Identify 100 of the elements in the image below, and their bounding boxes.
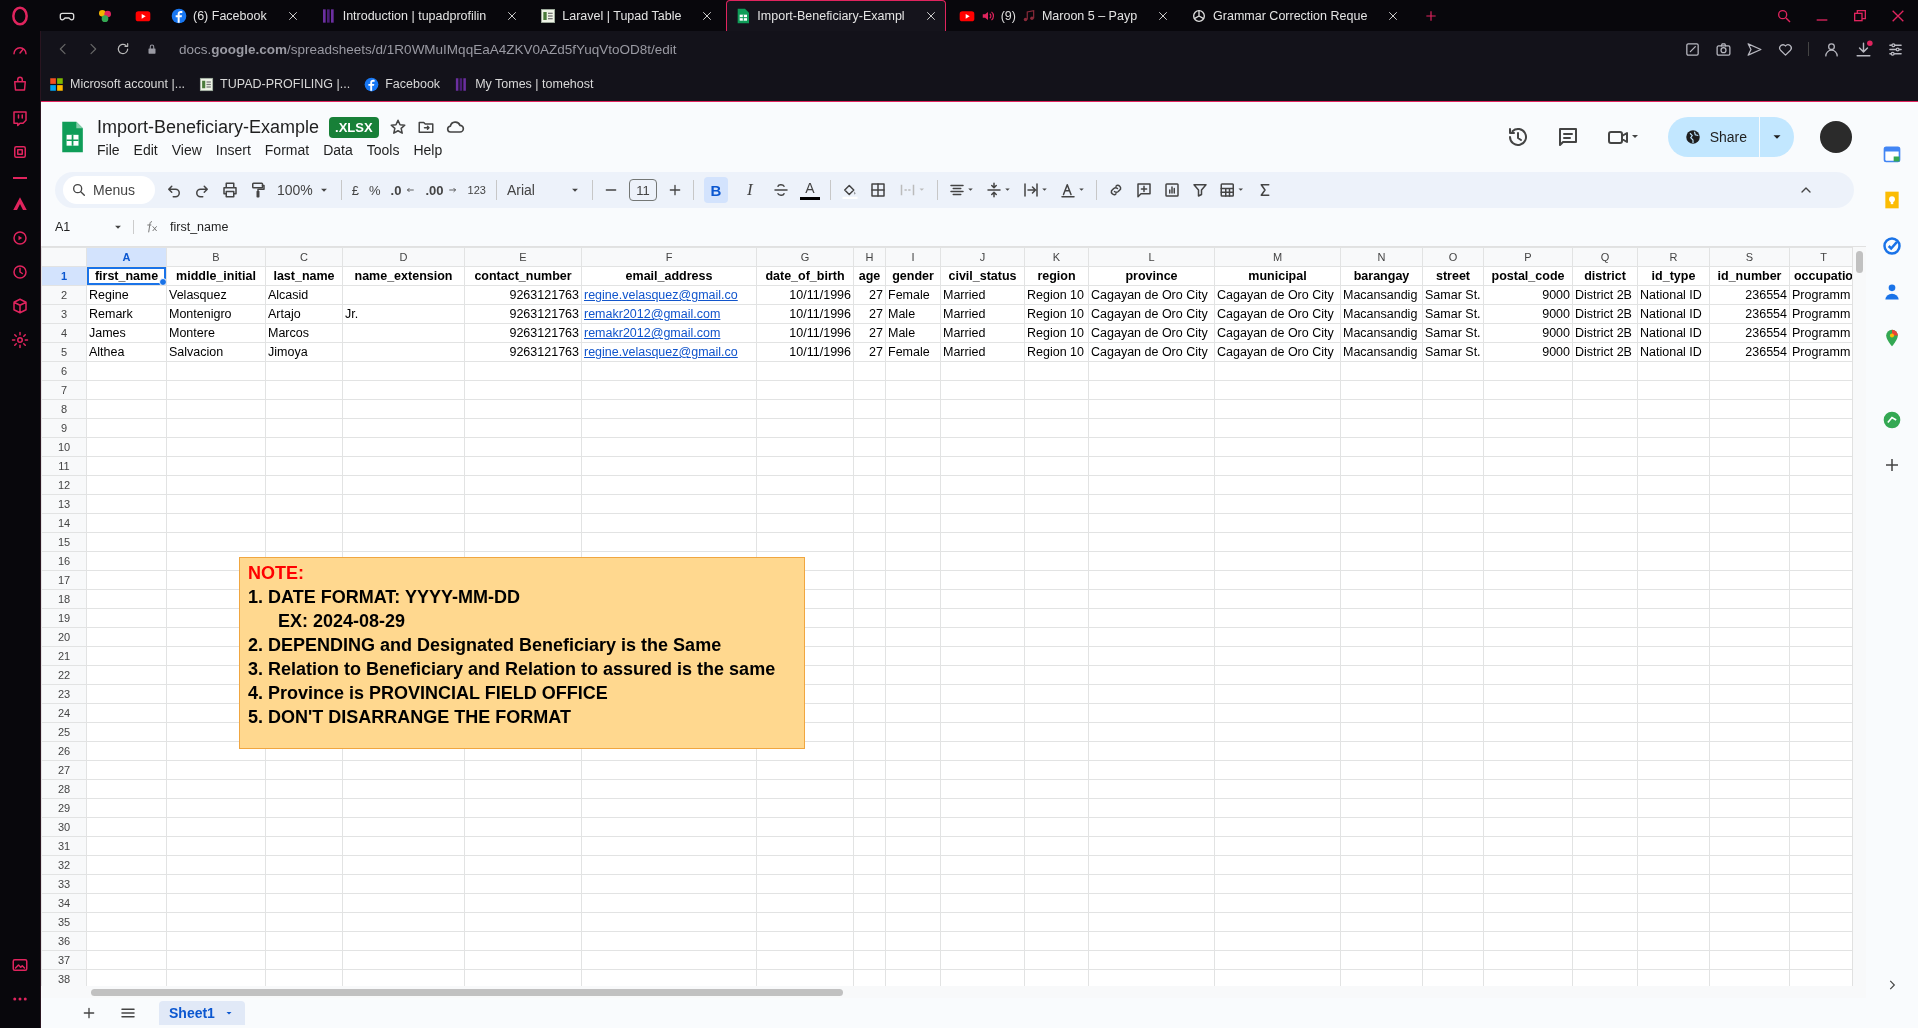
email-link[interactable]: regine.velasquez@gmail.co (581, 285, 757, 305)
addon-icon[interactable] (1882, 410, 1902, 430)
email-link[interactable]: remakr2012@gmail.com (581, 323, 757, 343)
menu-item[interactable]: File (97, 141, 127, 158)
camera-icon[interactable] (1715, 40, 1732, 58)
scrollbar-thumb[interactable] (91, 988, 843, 996)
tasks-icon[interactable] (1882, 236, 1902, 256)
add-icon[interactable] (1883, 456, 1901, 474)
text-color-button[interactable]: A (799, 180, 820, 200)
star-icon[interactable] (388, 118, 407, 136)
browser-tab[interactable]: (6) Facebook (162, 0, 308, 31)
vertical-align-icon[interactable] (984, 181, 1012, 199)
bookmark[interactable]: TUPAD-PROFILING |... (199, 76, 351, 92)
fill-handle[interactable] (159, 278, 166, 285)
chart-icon[interactable] (1162, 181, 1181, 199)
menu-item[interactable]: Edit (126, 141, 165, 158)
menu-item[interactable]: Help (406, 141, 450, 158)
browser-tab[interactable]: Import-Beneficiary-Exampl (726, 0, 946, 31)
column-header[interactable]: R (1637, 247, 1710, 267)
triangle-logo-icon[interactable] (11, 195, 29, 213)
column-header[interactable]: G (756, 247, 854, 267)
decrease-decimal-button[interactable]: .0 (390, 182, 416, 198)
column-header[interactable]: P (1483, 247, 1573, 267)
menu-item[interactable]: Format (257, 141, 317, 158)
bookmark[interactable]: My Tomes | tomehost (454, 76, 594, 92)
number-format-button[interactable]: 123 (467, 184, 486, 196)
font-size-field[interactable]: 11 (628, 179, 657, 201)
email-link[interactable]: regine.velasquez@gmail.co (581, 342, 757, 362)
chat-icon[interactable] (11, 109, 29, 127)
strikethrough-icon[interactable] (771, 181, 790, 199)
formula-field[interactable]: first_name (170, 220, 229, 234)
column-header[interactable]: I (885, 247, 941, 267)
browser-tab[interactable]: (9) Maroon 5 – Payp (949, 0, 1179, 31)
filter-icon[interactable] (1190, 181, 1209, 199)
browser-tab[interactable]: Introduction | tupadprofilin (311, 0, 528, 31)
borders-icon[interactable] (868, 181, 887, 199)
sliders-icon[interactable] (1887, 40, 1904, 58)
cube-icon[interactable] (11, 297, 29, 315)
close-icon[interactable] (506, 10, 519, 22)
column-header[interactable]: M (1214, 247, 1341, 267)
add-comment-icon[interactable] (1134, 181, 1153, 199)
column-header[interactable]: N (1340, 247, 1423, 267)
bookmark[interactable]: Facebook (364, 76, 441, 92)
paint-roller-icon[interactable] (249, 181, 267, 199)
column-header[interactable]: L (1088, 247, 1215, 267)
menu-item[interactable]: Insert (208, 141, 258, 158)
person-icon[interactable] (1823, 40, 1840, 58)
column-header[interactable]: S (1709, 247, 1790, 267)
column-header[interactable]: O (1422, 247, 1484, 267)
shopping-bag-icon[interactable] (11, 75, 29, 93)
download-icon[interactable] (1854, 39, 1873, 59)
browser-tab[interactable]: Grammar Correction Reque (1182, 0, 1409, 31)
menu-item[interactable]: Tools (359, 141, 407, 158)
close-icon[interactable] (701, 10, 714, 22)
column-header[interactable]: E (464, 247, 582, 267)
column-header[interactable]: C (265, 247, 343, 267)
column-header[interactable]: B (166, 247, 266, 267)
url-text[interactable]: docs.google.com/spreadsheets/d/1R0WMuIMqqEaA4ZKV0AZd5fYuqVtoOD8t/edit (179, 41, 677, 57)
column-header[interactable]: T (1789, 247, 1852, 267)
add-sheet-icon[interactable] (81, 1005, 97, 1021)
speaker-icon[interactable] (980, 9, 995, 23)
rotate-text-icon[interactable] (1058, 181, 1086, 199)
print-icon[interactable] (221, 181, 239, 199)
menu-search-field[interactable]: Menus (63, 176, 155, 204)
column-header[interactable]: K (1024, 247, 1089, 267)
column-header[interactable]: A (86, 247, 167, 267)
avatar[interactable] (1820, 121, 1852, 153)
currency-button[interactable]: £ (351, 182, 360, 198)
contacts-icon[interactable] (1882, 282, 1902, 302)
column-header[interactable]: H (853, 247, 886, 267)
calendar-icon[interactable] (1882, 144, 1902, 164)
edit-icon[interactable] (1684, 40, 1701, 58)
column-header[interactable]: D (342, 247, 465, 267)
increase-decimal-button[interactable]: .00 (425, 182, 458, 198)
email-link[interactable]: remakr2012@gmail.com (581, 304, 757, 324)
column-header[interactable]: Q (1572, 247, 1638, 267)
settings-icon[interactable] (11, 331, 29, 349)
menu-item[interactable]: Data (316, 141, 360, 158)
italic-button[interactable]: I (737, 177, 762, 203)
scrollbar-thumb[interactable] (1856, 251, 1863, 273)
wrap-icon[interactable] (1021, 181, 1049, 199)
close-icon[interactable] (1157, 10, 1170, 22)
column-header[interactable]: F (581, 247, 757, 267)
image-icon[interactable] (11, 956, 29, 974)
send-icon[interactable] (1746, 40, 1763, 58)
close-icon[interactable] (1387, 10, 1400, 22)
play-circle-icon[interactable] (11, 229, 29, 247)
clock-icon[interactable] (11, 263, 29, 281)
close-icon[interactable] (924, 10, 937, 22)
document-title[interactable]: Import-Beneficiary-Example (97, 116, 320, 138)
bookmark[interactable]: Microsoft account |... (49, 76, 186, 92)
close-icon[interactable] (286, 10, 299, 22)
search-icon[interactable] (1776, 7, 1792, 24)
column-header[interactable]: J (940, 247, 1025, 267)
name-box[interactable]: A1 (55, 220, 134, 234)
menu-item[interactable]: View (164, 141, 209, 158)
bold-button[interactable]: B (703, 177, 728, 203)
opera-logo-icon[interactable] (10, 5, 30, 26)
reload-icon[interactable] (115, 41, 131, 57)
font-dropdown[interactable]: Arial (506, 182, 582, 198)
